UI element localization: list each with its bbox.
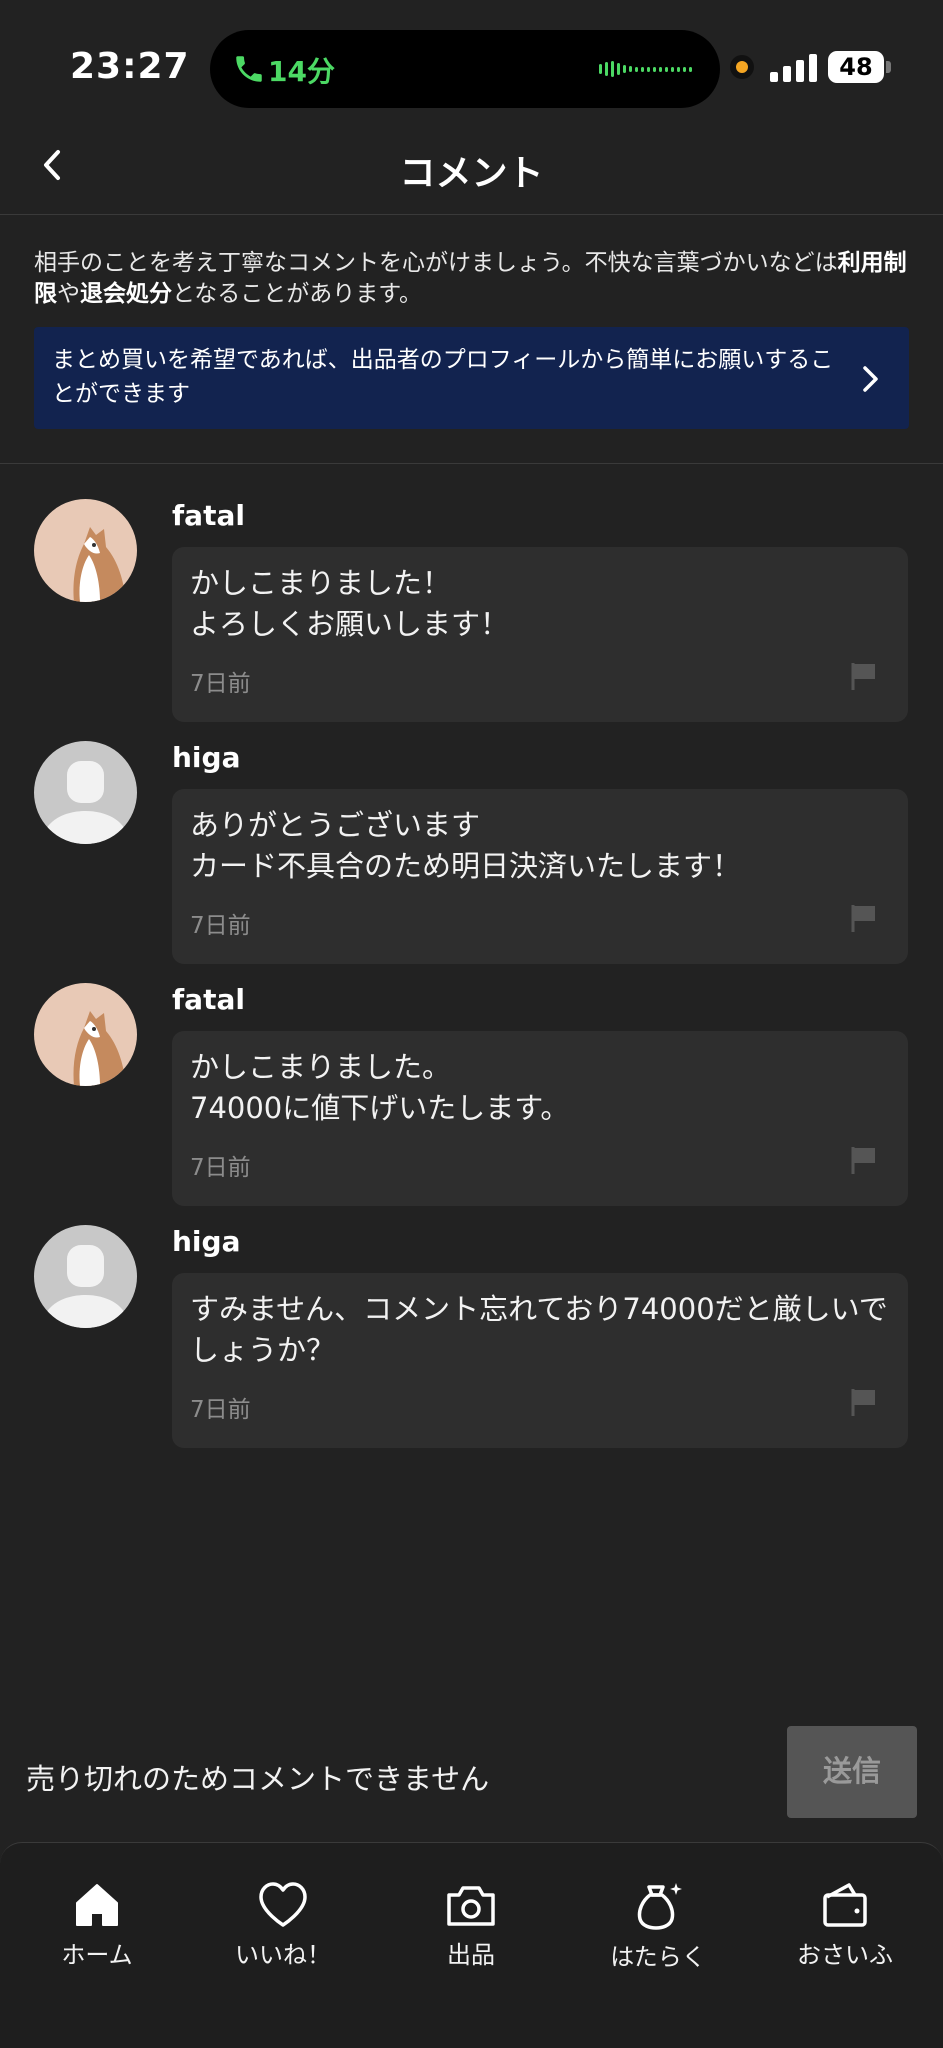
avatar-default[interactable] [34,1225,137,1328]
audio-wave-icon [599,60,692,78]
cellular-signal-icon [770,52,817,82]
report-flag-icon[interactable] [850,1387,878,1417]
wallet-icon [823,1883,867,1927]
tab-label: おさいふ [797,1941,893,1969]
comment-text: かしこまりました。 74000に値下げいたします。 [190,1050,570,1125]
chevron-right-icon [863,366,878,392]
comment-bubble: すみません、コメント忘れており74000だと厳しいでしょうか？ 7日前 [172,1273,908,1448]
phone-icon [236,56,262,82]
battery-tip [886,61,891,73]
notice-text-after: となることがあります。 [172,281,423,307]
notice-account-suspension: 退会処分 [80,281,172,307]
comment-bubble: ありがとうございます カード不具合のため明日決済いたします！ 7日前 [172,789,908,964]
comment-username[interactable]: fatal [172,499,245,532]
page-title: コメント [399,153,544,194]
comment-username[interactable]: higa [172,741,240,774]
comment-bubble: かしこまりました。 74000に値下げいたします。 7日前 [172,1031,908,1206]
comment-timestamp: 7日前 [190,1155,251,1181]
avatar-cat[interactable] [34,499,137,602]
tab-label: ホーム [61,1941,133,1969]
camera-icon [447,1886,495,1926]
tab-bar: ホーム いいね！ 出品 はたらく おさいふ [0,1842,943,2048]
tab-likes[interactable]: いいね！ [208,1881,358,1991]
bulk-purchase-banner[interactable]: まとめ買いを希望であれば、出品者のプロフィールから簡単にお願いすることができます [34,327,909,429]
status-time: 23:27 [70,46,190,87]
comment-guideline-notice: 相手のことを考え丁寧なコメントを心がけましょう。不快な言葉づかいなどは利用制限や… [34,248,909,310]
dynamic-island[interactable]: 14分 [210,30,720,108]
recording-indicator-icon [730,55,754,79]
notice-text-middle: や [57,281,80,307]
heart-icon [259,1882,307,1927]
default-user-avatar-icon [34,1225,137,1328]
notice-text-before: 相手のことを考え丁寧なコメントを心がけましょう。不快な言葉づかいなどは [34,250,838,276]
comment-timestamp: 7日前 [190,671,251,697]
tab-work[interactable]: はたらく [583,1881,733,1991]
comment-text: すみません、コメント忘れており74000だと厳しいでしょうか？ [190,1292,888,1367]
report-flag-icon[interactable] [850,1145,878,1175]
status-bar: 23:27 14分 48 [0,0,943,120]
comment-text: ありがとうございます カード不具合のため明日決済いたします！ [190,808,742,883]
banner-text: まとめ買いを希望であれば、出品者のプロフィールから簡単にお願いすることができます [52,347,834,407]
comment-username[interactable]: fatal [172,983,245,1016]
tab-label: はたらく [610,1943,706,1971]
nav-header: コメント [0,120,943,215]
cat-avatar-icon [34,499,137,602]
home-icon [76,1884,118,1926]
sold-out-message: 売り切れのためコメントできません [26,1762,490,1796]
comment-username[interactable]: higa [172,1225,240,1258]
comment-timestamp: 7日前 [190,1397,251,1423]
tab-label: 出品 [447,1941,495,1969]
default-user-avatar-icon [34,741,137,844]
tab-label: いいね！ [235,1941,331,1969]
comment-bubble: かしこまりました！ よろしくお願いします！ 7日前 [172,547,908,722]
avatar-cat[interactable] [34,983,137,1086]
tab-home[interactable]: ホーム [22,1881,172,1991]
tab-wallet[interactable]: おさいふ [770,1881,920,1991]
cat-avatar-icon [34,983,137,1086]
divider [0,463,943,464]
avatar-default[interactable] [34,741,137,844]
call-duration: 14分 [268,55,335,88]
tab-sell[interactable]: 出品 [396,1881,546,1991]
report-flag-icon[interactable] [850,661,878,691]
comment-timestamp: 7日前 [190,913,251,939]
send-button[interactable]: 送信 [787,1726,917,1818]
report-flag-icon[interactable] [850,903,878,933]
comment-text: かしこまりました！ よろしくお願いします！ [190,566,510,641]
money-bag-icon [637,1883,682,1930]
battery-icon: 48 [828,51,884,83]
